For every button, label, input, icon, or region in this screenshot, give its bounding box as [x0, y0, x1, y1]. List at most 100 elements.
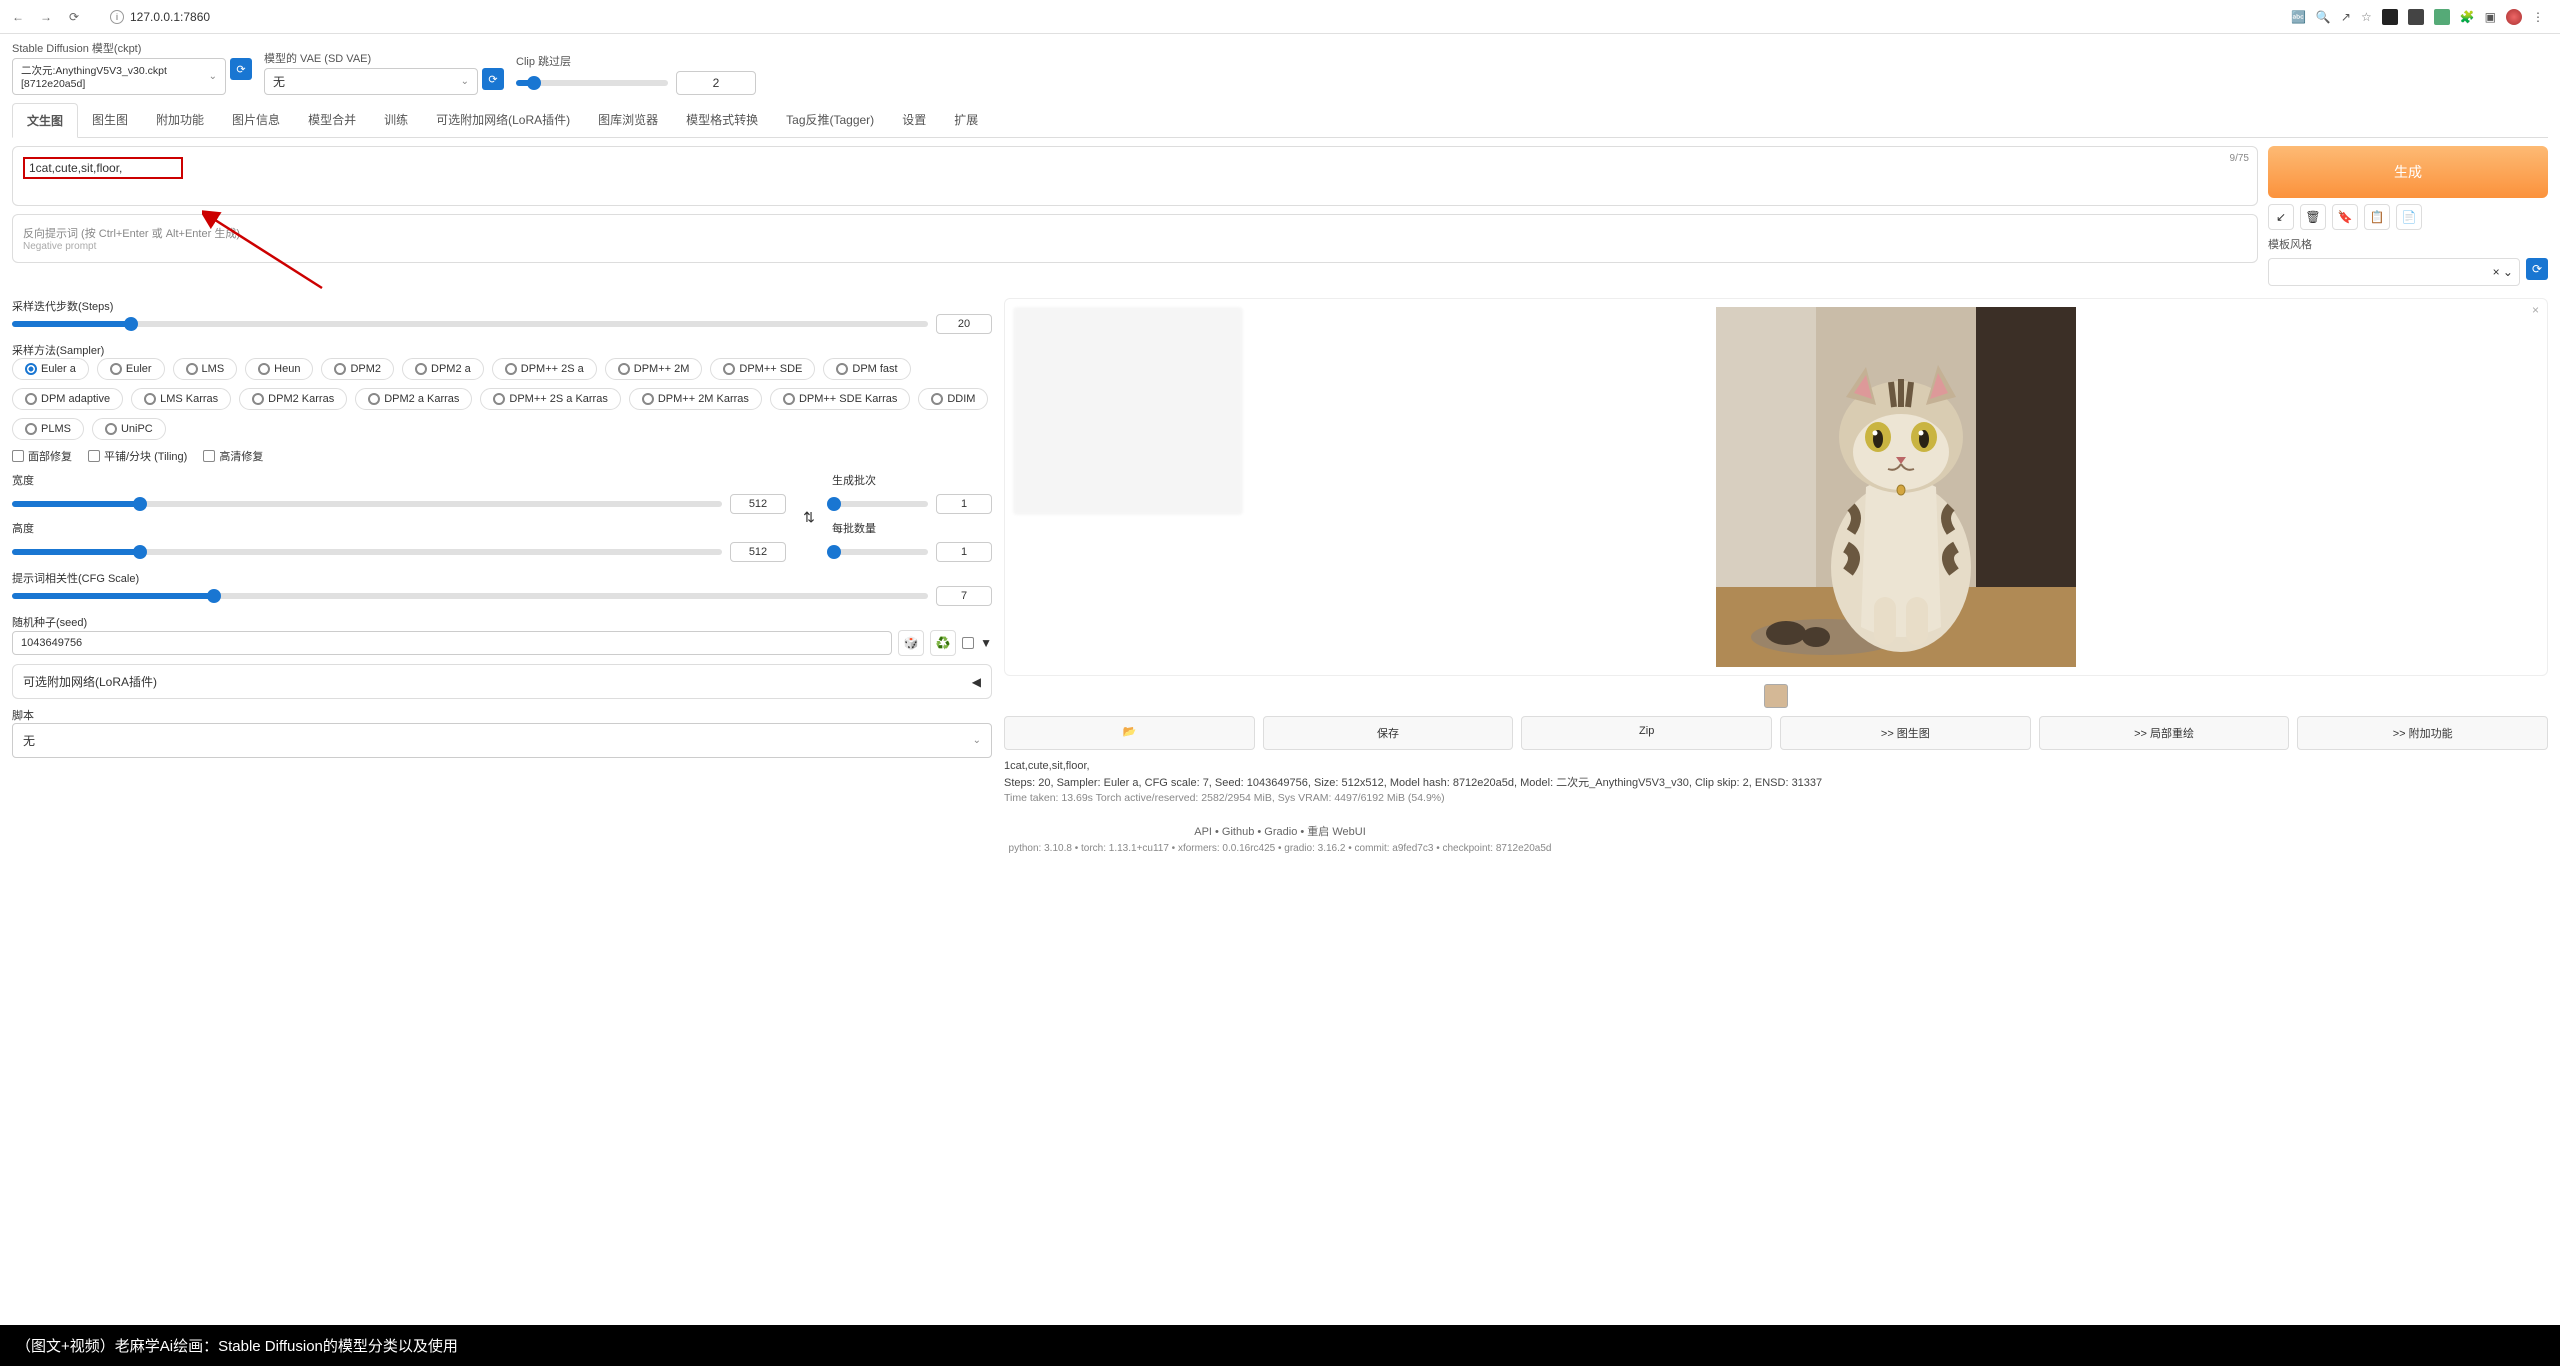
forward-button[interactable]: →: [36, 7, 56, 27]
seed-extra-checkbox[interactable]: [962, 637, 974, 649]
tab-8[interactable]: 模型格式转换: [672, 103, 772, 137]
back-button[interactable]: ←: [8, 7, 28, 27]
search-ext-icon[interactable]: 🔍: [2316, 10, 2331, 24]
width-slider[interactable]: [12, 501, 722, 507]
arrow-icon-button[interactable]: ↙: [2268, 204, 2294, 230]
extra-networks-accordion[interactable]: 可选附加网络(LoRA插件) ◀: [12, 664, 992, 699]
batch-size-value[interactable]: 1: [936, 542, 992, 562]
tab-0[interactable]: 文生图: [12, 103, 78, 138]
sampler-dpm-2s-a[interactable]: DPM++ 2S a: [492, 358, 597, 380]
tiling-checkbox[interactable]: 平铺/分块 (Tiling): [88, 448, 187, 464]
ext-icon-3[interactable]: [2434, 9, 2450, 25]
clip-value[interactable]: 2: [676, 71, 756, 95]
batch-size-slider[interactable]: [832, 549, 928, 555]
sampler-dpm-2m[interactable]: DPM++ 2M: [605, 358, 703, 380]
zip-button[interactable]: Zip: [1521, 716, 1772, 750]
height-value[interactable]: 512: [730, 542, 786, 562]
sampler-unipc[interactable]: UniPC: [92, 418, 166, 440]
tab-1[interactable]: 图生图: [78, 103, 142, 137]
radio-icon: [25, 393, 37, 405]
url-text: 127.0.0.1:7860: [130, 10, 210, 24]
sampler-euler-a[interactable]: Euler a: [12, 358, 89, 380]
seed-dropdown-arrow[interactable]: ▼: [980, 636, 992, 650]
save-button[interactable]: 保存: [1263, 716, 1514, 750]
tab-10[interactable]: 设置: [888, 103, 940, 137]
clip-slider[interactable]: [516, 80, 668, 86]
close-icon[interactable]: × ⌄: [2493, 265, 2513, 279]
sampler-dpm-2m-karras[interactable]: DPM++ 2M Karras: [629, 388, 762, 410]
checkpoint-refresh-button[interactable]: ⟳: [230, 58, 252, 80]
negative-prompt-textarea[interactable]: 反向提示词 (按 Ctrl+Enter 或 Alt+Enter 生成) Nega…: [12, 214, 2258, 263]
open-folder-button[interactable]: 📂: [1004, 716, 1255, 750]
tab-6[interactable]: 可选附加网络(LoRA插件): [422, 103, 584, 137]
prompt-textarea[interactable]: 1cat,cute,sit,floor, 9/75: [12, 146, 2258, 206]
trash-icon-button[interactable]: 🗑: [2300, 204, 2326, 230]
sampler-dpm2-karras[interactable]: DPM2 Karras: [239, 388, 347, 410]
cfg-value[interactable]: 7: [936, 586, 992, 606]
avatar-icon[interactable]: [2506, 9, 2522, 25]
reload-button[interactable]: ⟳: [64, 7, 84, 27]
sampler-plms[interactable]: PLMS: [12, 418, 84, 440]
tab-3[interactable]: 图片信息: [218, 103, 294, 137]
sampler-dpm2[interactable]: DPM2: [321, 358, 394, 380]
vae-refresh-button[interactable]: ⟳: [482, 68, 504, 90]
tab-7[interactable]: 图库浏览器: [584, 103, 672, 137]
dice-button[interactable]: 🎲: [898, 630, 924, 656]
footer-links[interactable]: API • Github • Gradio • 重启 WebUI: [12, 823, 2548, 839]
menu-icon[interactable]: ⋮: [2532, 10, 2544, 24]
sampler-euler[interactable]: Euler: [97, 358, 165, 380]
clipboard-icon-button[interactable]: 📋: [2364, 204, 2390, 230]
ext-icon-2[interactable]: [2408, 9, 2424, 25]
tab-4[interactable]: 模型合并: [294, 103, 370, 137]
send-extras-button[interactable]: >> 附加功能: [2297, 716, 2548, 750]
sampler-lms-karras[interactable]: LMS Karras: [131, 388, 231, 410]
sampler-dpm-2s-a-karras[interactable]: DPM++ 2S a Karras: [480, 388, 620, 410]
sampler-dpm2-a[interactable]: DPM2 a: [402, 358, 484, 380]
panel-icon[interactable]: ▣: [2485, 10, 2496, 24]
output-image[interactable]: [1253, 307, 2539, 667]
width-value[interactable]: 512: [730, 494, 786, 514]
sampler-heun[interactable]: Heun: [245, 358, 313, 380]
style-refresh-button[interactable]: ⟳: [2526, 258, 2548, 280]
checkpoint-dropdown[interactable]: 二次元:AnythingV5V3_v30.ckpt [8712e20a5d] ⌄: [12, 58, 226, 95]
tab-9[interactable]: Tag反推(Tagger): [772, 103, 888, 137]
radio-icon: [505, 363, 517, 375]
batch-count-slider[interactable]: [832, 501, 928, 507]
sampler-dpm-fast[interactable]: DPM fast: [823, 358, 910, 380]
height-slider[interactable]: [12, 549, 722, 555]
site-info-icon[interactable]: i: [110, 10, 124, 24]
cfg-slider[interactable]: [12, 593, 928, 599]
output-thumbnail[interactable]: [1764, 684, 1788, 708]
steps-slider[interactable]: [12, 321, 928, 327]
file-icon-button[interactable]: 📄: [2396, 204, 2422, 230]
sampler-dpm-sde-karras[interactable]: DPM++ SDE Karras: [770, 388, 910, 410]
style-dropdown[interactable]: × ⌄: [2268, 258, 2520, 286]
tab-2[interactable]: 附加功能: [142, 103, 218, 137]
seed-input[interactable]: 1043649756: [12, 631, 892, 655]
sampler-lms[interactable]: LMS: [173, 358, 238, 380]
face-restore-checkbox[interactable]: 面部修复: [12, 448, 72, 464]
vae-dropdown[interactable]: 无 ⌄: [264, 68, 478, 95]
script-dropdown[interactable]: 无 ⌄: [12, 723, 992, 758]
swap-dims-button[interactable]: ⇅: [794, 472, 824, 562]
generate-button[interactable]: 生成: [2268, 146, 2548, 198]
sampler-dpm-adaptive[interactable]: DPM adaptive: [12, 388, 123, 410]
bookmark-icon-button[interactable]: 🔖: [2332, 204, 2358, 230]
send-img2img-button[interactable]: >> 图生图: [1780, 716, 2031, 750]
batch-count-value[interactable]: 1: [936, 494, 992, 514]
tab-11[interactable]: 扩展: [940, 103, 992, 137]
extensions-icon[interactable]: 🧩: [2460, 10, 2475, 24]
star-icon[interactable]: ☆: [2361, 10, 2372, 24]
tab-5[interactable]: 训练: [370, 103, 422, 137]
sampler-dpm2-a-karras[interactable]: DPM2 a Karras: [355, 388, 472, 410]
translate-icon[interactable]: 🔤: [2291, 10, 2306, 24]
send-inpaint-button[interactable]: >> 局部重绘: [2039, 716, 2290, 750]
recycle-button[interactable]: ♻️: [930, 630, 956, 656]
ext-icon-1[interactable]: [2382, 9, 2398, 25]
hires-checkbox[interactable]: 高清修复: [203, 448, 263, 464]
share-icon[interactable]: ↗: [2341, 10, 2351, 24]
steps-value[interactable]: 20: [936, 314, 992, 334]
close-output-button[interactable]: ×: [2532, 303, 2539, 317]
sampler-ddim[interactable]: DDIM: [918, 388, 988, 410]
sampler-dpm-sde[interactable]: DPM++ SDE: [710, 358, 815, 380]
